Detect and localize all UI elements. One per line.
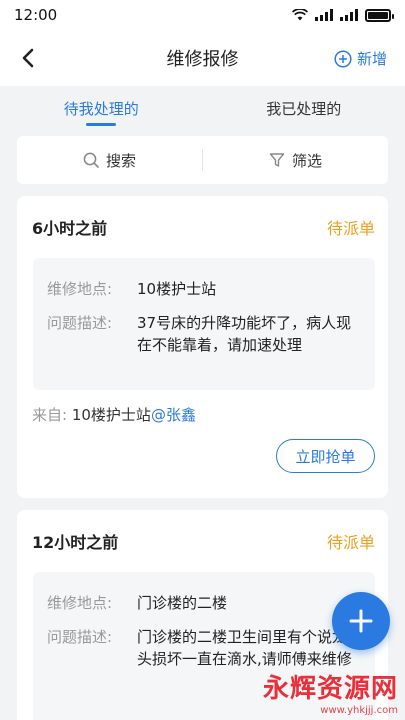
chevron-left-icon [22,48,34,68]
add-button[interactable]: 新增 [334,48,387,69]
location-value: 门诊楼的二楼 [137,594,228,612]
tab-processed-label: 我已处理的 [266,99,342,118]
from-place: 10楼护士站 [71,406,151,424]
filter-icon [269,153,285,167]
signal-icon [315,9,333,21]
status-icons [292,8,394,22]
detail-box: 维修地点: 10楼护士站 问题描述: 37号床的升降功能坏了，病人现在不能靠着，… [33,258,375,390]
grab-button-wrap: 立即抢单 [17,425,388,491]
tab-processed[interactable]: 我已处理的 [203,86,405,130]
card-time: 6小时之前 [32,219,108,238]
location-label: 维修地点: [47,280,113,298]
watermark-text: 永辉资源网 [262,674,398,704]
from-label: 来自: [32,406,68,424]
search-button[interactable]: 搜索 [17,150,202,171]
plus-icon [349,609,373,633]
description-label: 问题描述: [47,314,113,332]
from-user-link[interactable]: @张鑫 [151,406,196,424]
grab-order-button[interactable]: 立即抢单 [276,439,375,473]
repair-card[interactable]: 6小时之前 待派单 维修地点: 10楼护士站 问题描述: 37号床的升降功能坏了… [17,196,388,498]
signal-icon-2 [340,9,358,21]
card-header: 12小时之前 待派单 [17,510,388,572]
status-badge: 待派单 [326,219,375,238]
back-button[interactable] [14,44,42,72]
description-row: 问题描述: 37号床的升降功能坏了，病人现在不能靠着，请加速处理 [47,312,361,356]
search-filter-bar: 搜索 筛选 [17,136,388,184]
tab-pending-label: 待我处理的 [63,99,139,118]
plus-circle-icon [334,49,352,68]
nav-bar: 维修报修 新增 [0,30,405,86]
filter-button[interactable]: 筛选 [203,150,388,171]
status-badge: 待派单 [326,533,375,552]
description-label: 问题描述: [47,628,113,646]
tab-pending[interactable]: 待我处理的 [0,86,203,130]
card-header: 6小时之前 待派单 [17,196,388,258]
card-time: 12小时之前 [32,533,119,552]
add-button-label: 新增 [356,50,387,68]
description-value: 37号床的升降功能坏了，病人现在不能靠着，请加速处理 [137,314,352,354]
location-row: 维修地点: 10楼护士站 [47,278,361,300]
watermark: 永辉资源网 www.yhkjjj.com [258,664,398,720]
location-value: 10楼护士站 [137,280,217,298]
search-label: 搜索 [105,151,136,170]
page-title: 维修报修 [166,49,239,70]
status-bar: 12:00 [0,0,405,30]
watermark-url: www.yhkjjj.com [320,705,398,716]
search-icon [83,152,99,168]
wifi-icon [292,9,308,21]
location-label: 维修地点: [47,594,113,612]
from-row: 来自: 10楼护士站@张鑫 [17,390,388,425]
filter-label: 筛选 [291,151,322,170]
location-row: 维修地点: 门诊楼的二楼 [47,592,361,614]
tab-bar: 待我处理的 我已处理的 [0,86,405,130]
battery-icon [365,8,394,22]
status-time: 12:00 [14,6,58,24]
add-fab-button[interactable] [332,592,390,650]
